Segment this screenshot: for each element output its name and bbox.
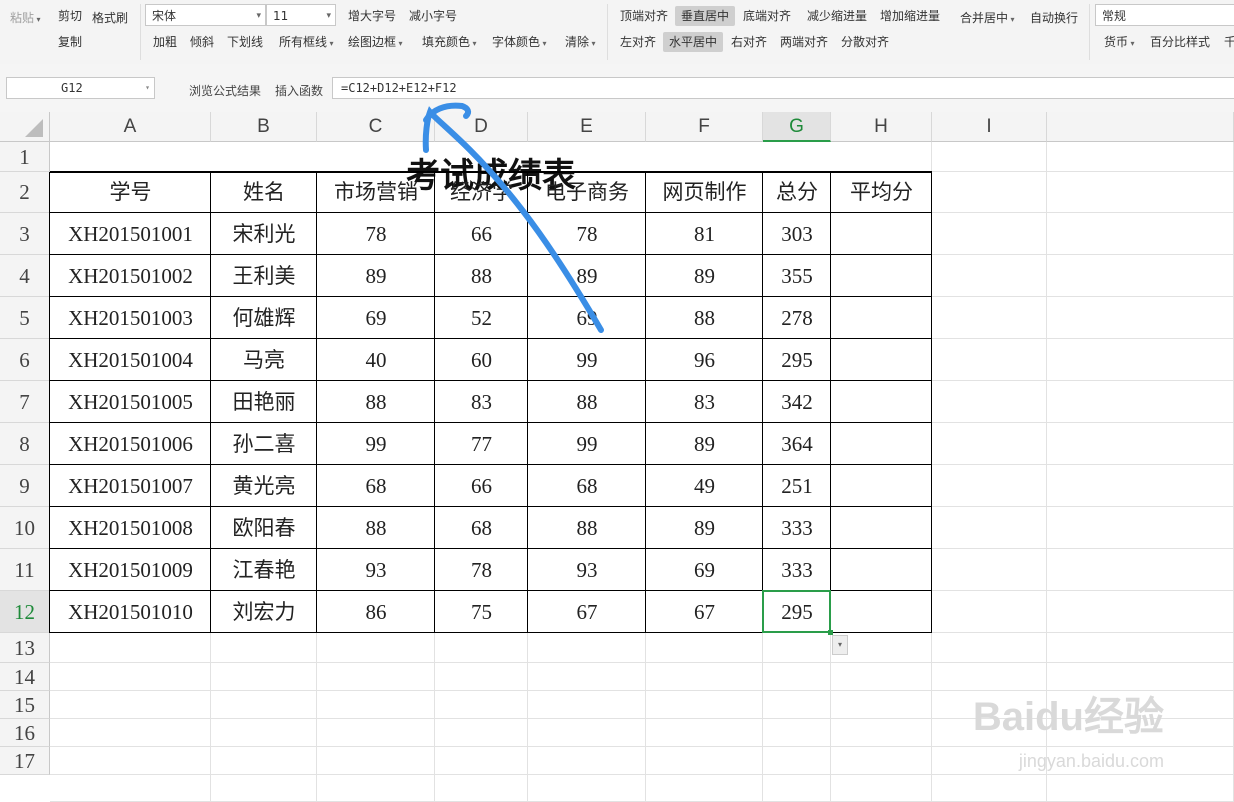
arrow-shaft xyxy=(422,106,604,333)
annotation-arrow xyxy=(422,102,604,333)
